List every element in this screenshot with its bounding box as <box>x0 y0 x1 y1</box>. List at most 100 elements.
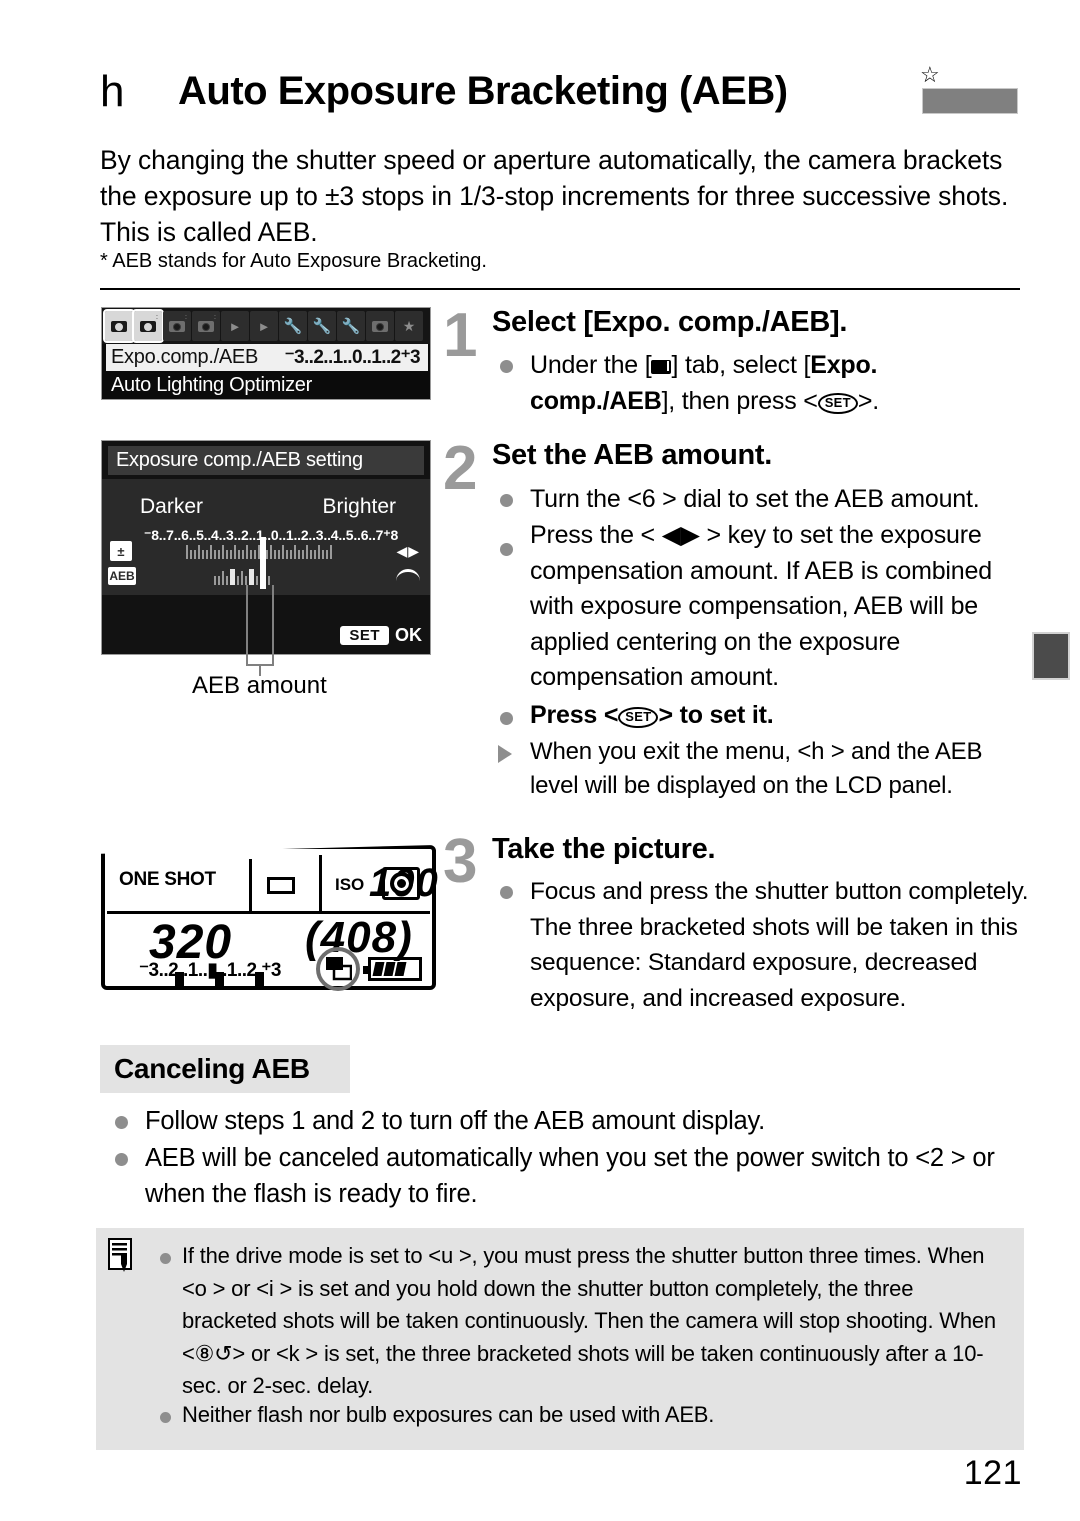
step-3-bullet-marker <box>500 886 513 899</box>
menu-tab-custom-functions[interactable] <box>366 311 394 341</box>
aeb-mode-icon: h <box>100 67 125 116</box>
set-button-chip: SET <box>340 626 389 645</box>
main-dial-icon <box>396 569 420 581</box>
step-2-bullet-3-text: Press < SET > to set it. <box>530 698 1025 734</box>
camera-icon <box>140 320 156 332</box>
menu-tab-shooting-4[interactable]: : <box>192 311 220 341</box>
brighter-label: Brighter <box>322 495 396 518</box>
menu-item-label: Auto Lighting Optimizer <box>111 374 312 396</box>
play-icon: ► <box>228 318 242 334</box>
leader-line-left <box>246 585 248 665</box>
menu-tab-setup-2[interactable]: 🔧 <box>308 311 336 341</box>
menu-item-expo-comp-aeb[interactable]: Expo.comp./AEB ⁻3..2..1..0..1..2⁺3 <box>106 344 428 371</box>
step-2-title: Set the AEB amount. <box>492 439 773 471</box>
manual-page: h Auto Exposure Bracketing (AEB) ☆ By ch… <box>0 0 1080 1521</box>
step-2-press-after: > to set it. <box>658 701 774 729</box>
tab-dots: : <box>156 314 158 321</box>
step-1-text-end: >. <box>857 386 880 415</box>
page-title: Auto Exposure Bracketing (AEB) <box>178 69 788 113</box>
aeb-screen-title: Exposure comp./AEB setting <box>108 446 424 475</box>
lcd-panel-illustration: ONE SHOT ISO 100 320 (408) ⁻3..2..1..▮..… <box>101 845 438 991</box>
cancel-item-2: AEB will be canceled automatically when … <box>145 1144 995 1208</box>
single-shot-icon <box>267 877 295 894</box>
star-icon: ★ <box>402 318 416 334</box>
intro-footnote: * AEB stands for Auto Exposure Bracketin… <box>100 250 487 272</box>
menu-tab-playback-2[interactable]: ► <box>250 311 278 341</box>
side-thumb-tab <box>1032 632 1070 680</box>
intro-paragraph: By changing the shutter speed or apertur… <box>100 145 1009 247</box>
camera-icon <box>111 320 127 332</box>
menu-item-value: ⁻3..2..1..0..1..2⁺3 <box>284 347 421 368</box>
cancel-bullet-1-marker <box>115 1116 128 1129</box>
menu-tab-shooting-2-selected[interactable]: : <box>132 309 164 343</box>
camera-icon <box>372 320 388 332</box>
tab-dots: : <box>214 314 216 321</box>
menu-tab-row: : : : ► ► 🔧 🔧 🔧 ★ <box>102 308 430 344</box>
menu-tab-setup-3[interactable]: 🔧 <box>337 311 365 341</box>
step-2-bullet-2-text: Press the < ◀▶ > key to set the exposure… <box>530 521 992 691</box>
af-point-icon <box>382 867 420 900</box>
drive-mode-label: ONE SHOT <box>119 869 216 890</box>
tab-dots: : <box>185 314 187 321</box>
set-button-icon: SET <box>817 392 858 414</box>
zero-index-marker <box>260 537 266 589</box>
step-2-press-before: Press < <box>530 701 619 729</box>
step-1-text-after: ], then press < <box>661 386 818 415</box>
header-divider <box>100 288 1020 290</box>
menu-tab-my-menu[interactable]: ★ <box>395 311 423 341</box>
leader-line-right <box>272 585 274 665</box>
menu-tab-shooting-1[interactable] <box>103 309 135 343</box>
step-2-result-marker <box>498 745 512 763</box>
camera-tab-icon <box>651 360 672 374</box>
step-1-text-before: Under the [ <box>530 351 652 379</box>
step-1-title: Select [Expo. comp./AEB]. <box>492 306 848 338</box>
step-3-title: Take the picture. <box>492 833 716 865</box>
note-item-2: Neither flash nor bulb exposures can be … <box>182 1402 715 1427</box>
canceling-aeb-heading: Canceling AEB <box>100 1045 350 1093</box>
menu-tab-playback-1[interactable]: ► <box>221 311 249 341</box>
step-1-bullet-text: Under the [] tab, select [Expo. comp./AE… <box>530 348 1020 419</box>
note-bullet-2-marker <box>160 1412 171 1423</box>
camera-icon <box>198 320 214 332</box>
menu-item-auto-lighting-optimizer[interactable]: Auto Lighting Optimizer <box>106 372 428 399</box>
iso-label: ISO <box>335 875 365 894</box>
star-icon: ☆ <box>920 62 940 87</box>
step-2-number: 2 <box>443 434 478 503</box>
exposure-compensation-icon: ± <box>110 541 132 561</box>
menu-tab-shooting-3[interactable]: : <box>163 311 191 341</box>
aeb-screen-body: Darker Brighter ⁻8..7..6..5..4..3..2..1.… <box>102 479 430 597</box>
menu-screenshot: : : : ► ► 🔧 🔧 🔧 ★ Expo.comp./AEB ⁻3..2..… <box>101 307 431 400</box>
menu-item-label: Expo.comp./AEB <box>111 346 258 368</box>
set-ok-hint[interactable]: SET OK <box>340 625 422 646</box>
wrench-icon: 🔧 <box>341 317 361 335</box>
lcd-divider-v2 <box>319 855 322 913</box>
exposure-scale-numbers: ⁻8..7..6..5..4..3..2..1..0..1..2..3..4..… <box>144 527 399 543</box>
cancel-bullet-2-marker <box>115 1153 128 1166</box>
page-number: 121 <box>963 1454 1022 1492</box>
darker-label: Darker <box>140 495 204 518</box>
step-1-bullet-marker <box>500 360 513 373</box>
step-2-result-text: When you exit the menu, <h > and the AEB… <box>530 738 983 799</box>
note-item-1: If the drive mode is set to <u >, you mu… <box>182 1243 996 1398</box>
step-2-bullet-1-text: Turn the <6 > dial to set the AEB amount… <box>530 485 980 513</box>
left-right-key-icon: ◀▶ <box>396 543 420 559</box>
page-header: h Auto Exposure Bracketing (AEB) ☆ <box>100 62 1020 132</box>
cancel-item-1: Follow steps 1 and 2 to turn off the AEB… <box>145 1107 766 1135</box>
step-3-bullet-text: Focus and press the shutter button compl… <box>530 878 1029 1012</box>
card-write-icon <box>326 957 352 981</box>
note-pen-icon <box>108 1238 132 1272</box>
step-2-bullet-3-marker <box>500 712 513 725</box>
battery-icon <box>363 957 422 981</box>
aeb-icon: AEB <box>108 567 136 585</box>
note-bullet-1-marker <box>160 1253 171 1264</box>
aeb-screen-footer: SET OK <box>102 595 430 654</box>
menu-tab-setup-1[interactable]: 🔧 <box>279 311 307 341</box>
lcd-divider-v1 <box>249 859 252 913</box>
header-gray-bar <box>922 88 1018 114</box>
note-box: If the drive mode is set to <u >, you mu… <box>96 1228 1024 1450</box>
wrench-icon: 🔧 <box>312 317 332 335</box>
step-2-bullet-1-marker <box>500 494 513 507</box>
play-icon: ► <box>257 318 271 334</box>
camera-icon <box>169 320 185 332</box>
wrench-icon: 🔧 <box>283 317 303 335</box>
